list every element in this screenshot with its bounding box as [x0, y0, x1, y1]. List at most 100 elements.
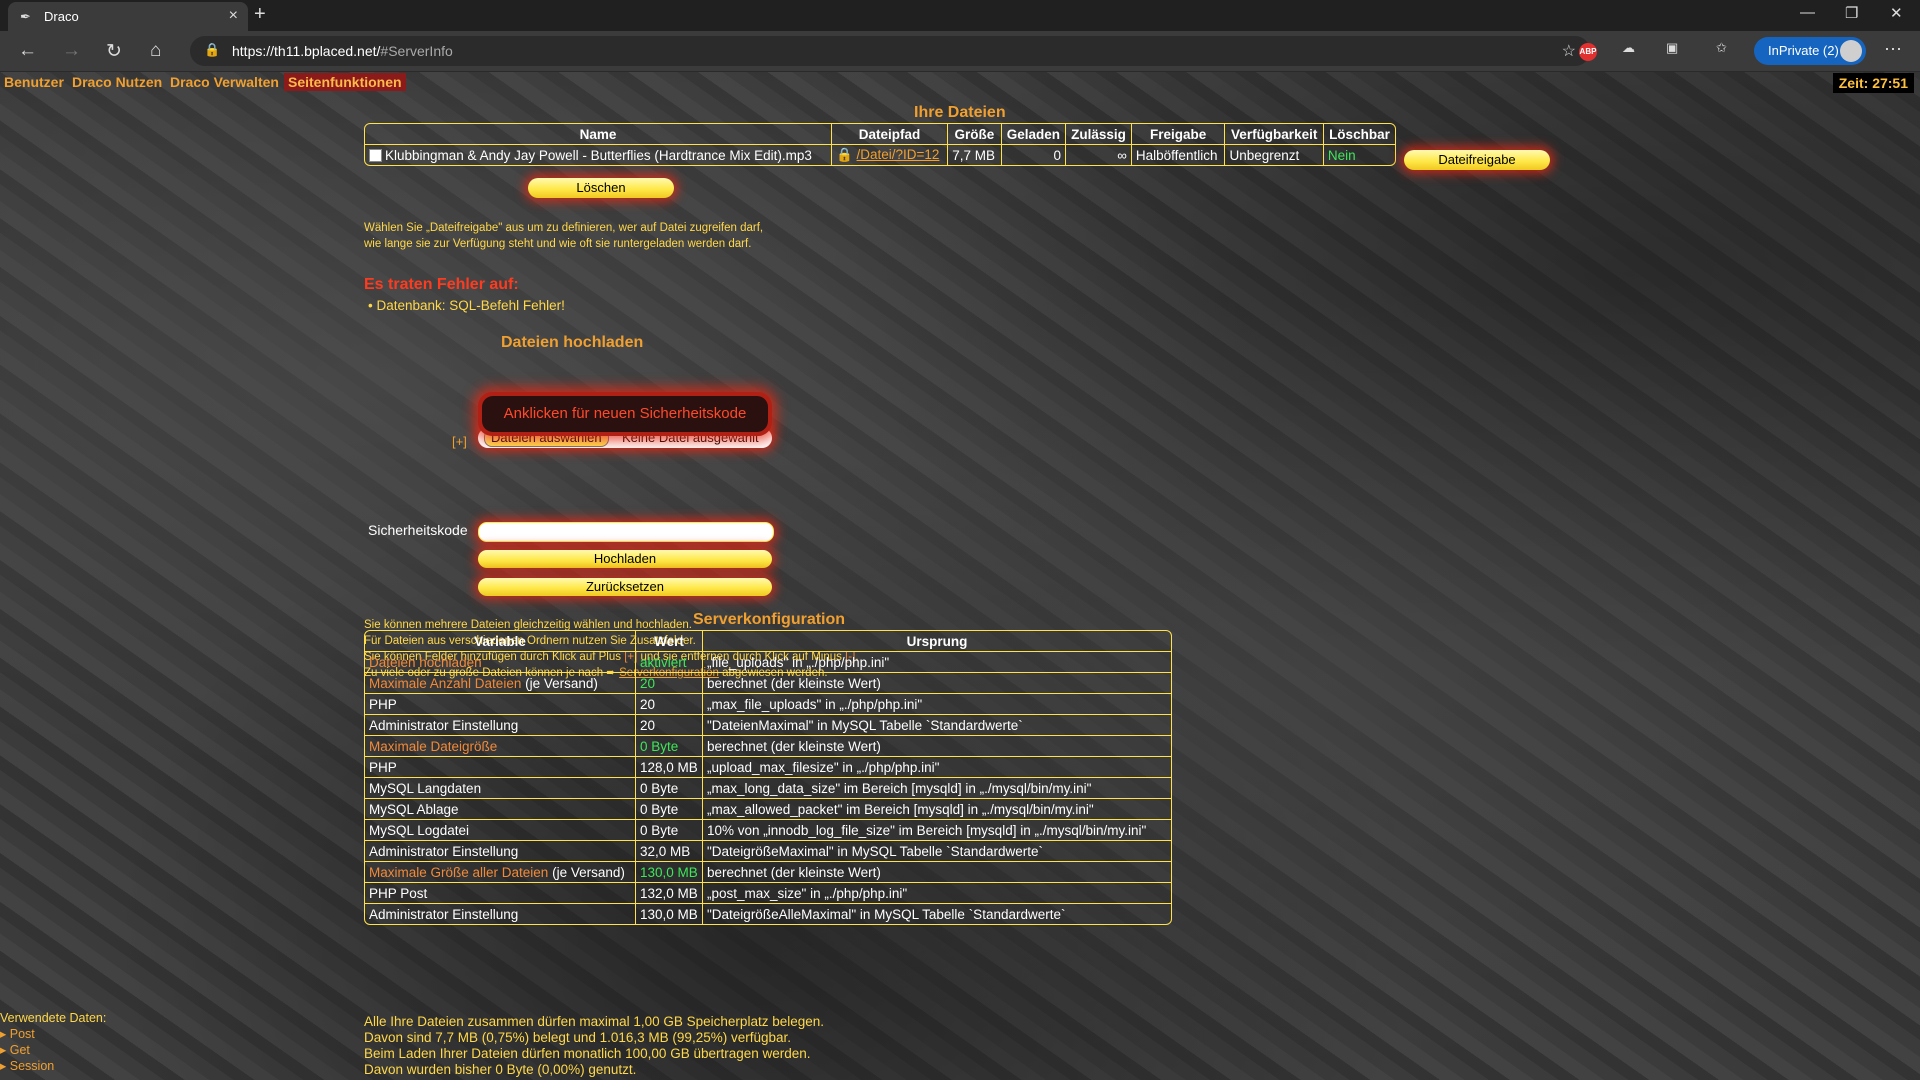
config-value: 130,0 MB [636, 862, 703, 883]
adblock-icon[interactable]: ABP [1579, 43, 1597, 61]
file-path-link[interactable]: /Datei/?ID=12 [857, 147, 940, 162]
col-allowed: Zulässig [1066, 124, 1132, 145]
col-share: Freigabe [1131, 124, 1226, 145]
browser-tabbar: ✒ Draco × + — ❐ ✕ [0, 0, 1920, 31]
col-size: Größe [948, 124, 1002, 145]
config-origin: „upload_max_filesize" in „./php/php.ini" [703, 757, 1171, 778]
config-variable: Administrator Einstellung [365, 904, 636, 924]
nav-draco-nutzen[interactable]: Draco Nutzen [72, 74, 162, 90]
col-origin: Ursprung [703, 631, 1171, 652]
add-field-button[interactable]: [+] [452, 434, 467, 449]
config-origin: berechnet (der kleinste Wert) [703, 736, 1171, 757]
server-header-row: Variable Wert Ursprung [365, 631, 1171, 652]
page-content: Benutzer Draco Nutzen Draco Verwalten Se… [0, 72, 1920, 1080]
captcha-text: Anklicken für neuen Sicherheitskode [482, 396, 768, 432]
config-origin: 10% von „innodb_log_file_size" im Bereic… [703, 820, 1171, 841]
config-origin: berechnet (der kleinste Wert) [703, 673, 1171, 694]
file-select-checkbox[interactable] [369, 149, 382, 163]
more-menu-icon[interactable]: ⋯ [1884, 39, 1902, 60]
col-availability: Verfügbarkeit [1225, 124, 1324, 145]
upload-button[interactable]: Hochladen [478, 550, 772, 568]
config-variable: Administrator Einstellung [365, 715, 636, 736]
config-variable: MySQL Logdatei [365, 820, 636, 841]
col-name: Name [365, 124, 832, 145]
file-availability: Unbegrenzt [1225, 145, 1324, 165]
session-clock: Zeit: 27:51 [1832, 73, 1914, 93]
col-deletable: Löschbar [1323, 124, 1395, 145]
config-value: 0 Byte [636, 778, 703, 799]
home-icon[interactable]: ⌂ [150, 40, 161, 62]
file-deletable: Nein [1327, 147, 1356, 163]
browser-tab[interactable]: ✒ Draco × [8, 2, 248, 31]
error-title: Es traten Fehler auf: [364, 276, 519, 293]
extension-icon[interactable]: ☁ [1622, 40, 1635, 56]
config-value: 130,0 MB [636, 904, 703, 924]
minimize-icon[interactable]: — [1800, 4, 1815, 21]
table-row: MySQL Ablage 0 Byte „max_allowed_packet" i… [365, 799, 1171, 820]
nav-benutzer[interactable]: Benutzer [4, 74, 64, 90]
config-value: 20 [636, 694, 703, 715]
table-row: Maximale Größe aller Dateien (je Versand… [365, 862, 1171, 883]
share-note: Wählen Sie „Dateifreigabe" aus um zu def… [364, 222, 764, 250]
config-variable: PHP [365, 694, 636, 715]
config-value: 0 Byte [636, 820, 703, 841]
config-variable: Dateien hochladen [365, 652, 636, 673]
files-table: Name Dateipfad Größe Geladen Zulässig Fr… [364, 123, 1396, 166]
captcha-box[interactable]: Anklicken für neuen Sicherheitskode [478, 392, 772, 436]
table-row: Administrator Einstellung 130,0 MB "Dateig… [365, 904, 1171, 924]
share-button[interactable]: Dateifreigabe [1404, 150, 1550, 170]
close-window-icon[interactable]: ✕ [1890, 4, 1903, 22]
footer-item-post[interactable]: Post [0, 1026, 106, 1042]
restore-icon[interactable]: ❐ [1845, 4, 1858, 22]
file-name: Klubbingman & Andy Jay Powell - Butterfl… [385, 147, 812, 163]
favorite-star-icon[interactable]: ☆ [1562, 41, 1576, 61]
nav-draco-verwalten[interactable]: Draco Verwalten [170, 74, 279, 90]
file-path-cell: 🔒 /Datei/?ID=12 [832, 145, 949, 165]
table-row: Administrator Einstellung 20 "DateienMaxim… [365, 715, 1171, 736]
config-variable: PHP [365, 757, 636, 778]
nav-seitenfunktionen[interactable]: Seitenfunktionen [284, 73, 406, 91]
used-data-label: Verwendete Daten: [0, 1011, 107, 1025]
lock-icon[interactable]: 🔒 [204, 42, 220, 58]
forward-icon[interactable]: → [62, 40, 81, 62]
favorites-icon[interactable]: ✩ [1716, 40, 1727, 56]
table-row: MySQL Logdatei 0 Byte 10% von „innodb_log_… [365, 820, 1171, 841]
col-value: Wert [636, 631, 703, 652]
server-config-table: Variable Wert Ursprung Dateien hochladen… [364, 630, 1172, 925]
config-value: 20 [636, 715, 703, 736]
config-value: 32,0 MB [636, 841, 703, 862]
error-item: • Datenbank: SQL-Befehl Fehler! [368, 298, 565, 313]
lock-icon: 🔒 [835, 147, 853, 162]
footer-item-session[interactable]: Session [0, 1058, 106, 1074]
footer-item-get[interactable]: Get [0, 1042, 106, 1058]
config-origin: „max_long_data_size" im Bereich [mysqld]… [703, 778, 1171, 799]
config-origin: berechnet (der kleinste Wert) [703, 862, 1171, 883]
url-text: https://th11.bplaced.net/#ServerInfo [232, 43, 453, 59]
back-icon[interactable]: ← [18, 40, 37, 62]
delete-button[interactable]: Löschen [528, 178, 674, 198]
config-value: aktiviert [636, 652, 703, 673]
files-header-row: Name Dateipfad Größe Geladen Zulässig Fr… [365, 124, 1395, 145]
server-config-title: Serverkonfiguration [693, 611, 846, 628]
table-row: Maximale Dateigröße 0 Byte berechnet (der … [365, 736, 1171, 757]
config-value: 20 [636, 673, 703, 694]
config-origin: „max_file_uploads" in „./php/php.ini" [703, 694, 1171, 715]
url-field[interactable]: 🔒 https://th11.bplaced.net/#ServerInfo ☆ [190, 36, 1590, 66]
file-allowed: ∞ [1066, 145, 1132, 165]
security-code-input[interactable] [478, 522, 774, 542]
config-origin: "DateienMaximal" in MySQL Tabelle `Stand… [703, 715, 1171, 736]
table-row: Maximale Anzahl Dateien (je Versand) 20 be… [365, 673, 1171, 694]
config-value: 0 Byte [636, 736, 703, 757]
config-variable: MySQL Langdaten [365, 778, 636, 799]
reset-button[interactable]: Zurücksetzen [478, 578, 772, 596]
close-tab-icon[interactable]: × [229, 7, 238, 25]
inprivate-badge[interactable]: InPrivate (2) [1754, 37, 1866, 65]
config-origin: „max_allowed_packet" im Bereich [mysqld]… [703, 799, 1171, 820]
security-code-label: Sicherheitskode [368, 522, 468, 538]
site-favicon-icon: ✒ [20, 9, 31, 24]
reload-icon[interactable]: ↻ [106, 40, 122, 63]
upload-title: Dateien hochladen [501, 334, 644, 351]
new-tab-icon[interactable]: + [254, 3, 266, 26]
config-variable: MySQL Ablage [365, 799, 636, 820]
collections-icon[interactable]: ▣ [1666, 40, 1678, 56]
